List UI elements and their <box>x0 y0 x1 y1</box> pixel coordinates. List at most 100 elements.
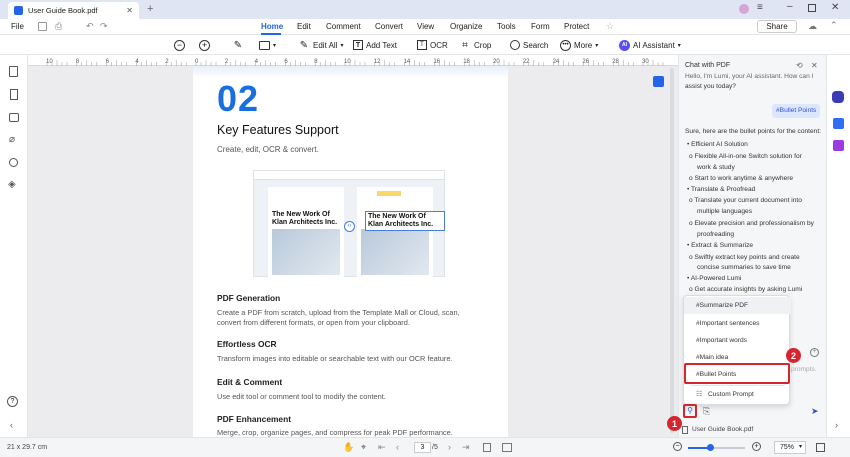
first-page-icon[interactable]: ⇤ <box>378 442 386 453</box>
edit-all-button[interactable]: ✎ Edit All ▾ <box>298 37 344 53</box>
title-bar: User Guide Book.pdf ✕ + ≡ – ✕ <box>0 0 850 19</box>
menu-icon[interactable]: ≡ <box>757 2 763 13</box>
page-heading: Key Features Support <box>217 123 339 137</box>
tab-comment[interactable]: Comment <box>326 22 361 31</box>
ocr-button[interactable]: T OCR <box>417 37 448 53</box>
maximize-icon[interactable] <box>808 4 816 12</box>
chat-answer-line: • AI-Powered Lumi <box>687 275 742 282</box>
history-icon[interactable]: ⟲ <box>796 61 803 70</box>
next-page-icon[interactable]: › <box>448 442 451 452</box>
zoom-slider-thumb[interactable] <box>707 444 714 451</box>
shape-button[interactable]: ▾ <box>259 37 276 53</box>
new-tab-icon[interactable]: + <box>147 3 153 15</box>
toolbar: − + ✎ ▾ ✎ Edit All ▾ T Add Text T OCR ⌗ Crop … <box>0 35 850 55</box>
prompt-item[interactable]: #Important words <box>684 332 791 349</box>
fit-page-icon[interactable] <box>483 443 491 452</box>
ai-assistant-button[interactable]: AI AI Assistant ▾ <box>619 37 681 53</box>
attach-icon[interactable]: ⎘ <box>703 406 710 417</box>
section-title: PDF Enhancement <box>217 414 291 424</box>
page-header-band <box>193 66 508 78</box>
pdf-page: 02 Key Features Support Create, edit, OC… <box>193 66 508 437</box>
zoom-out-icon[interactable]: − <box>673 442 682 451</box>
crop-button[interactable]: ⌗ Crop <box>459 37 491 53</box>
bookmark-icon[interactable] <box>10 89 18 100</box>
chat-answer-line: o Translate your current document into <box>689 197 802 204</box>
tab-convert[interactable]: Convert <box>375 22 403 31</box>
page-thumbnail-icon[interactable] <box>9 66 18 77</box>
ai-translate-icon[interactable] <box>653 76 664 87</box>
section-text: Create a PDF from scratch, upload from t… <box>217 308 460 317</box>
menu-file[interactable]: File <box>11 22 24 31</box>
more-button[interactable]: ••• More ▾ <box>560 37 598 53</box>
add-text-icon: T <box>353 40 363 50</box>
fit-width-icon[interactable] <box>502 443 512 452</box>
chat-answer-line: Sure, here are the bullet points for the… <box>685 128 821 135</box>
zoom-out-icon: − <box>174 39 185 51</box>
save-icon[interactable] <box>38 22 47 31</box>
add-text-button[interactable]: T Add Text <box>353 37 397 53</box>
prev-page-icon[interactable]: ‹ <box>396 442 399 452</box>
share-button[interactable]: Share <box>757 20 797 33</box>
chat-header-title: Chat with PDF <box>685 62 731 69</box>
print-icon[interactable]: ⎙ <box>55 21 62 32</box>
collapse-icon[interactable]: ‹ <box>10 420 13 430</box>
scrollbar[interactable] <box>670 68 674 433</box>
expand-input-icon[interactable]: + <box>810 348 819 357</box>
prompt-item[interactable]: #Summarize PDF <box>684 297 791 314</box>
redo-icon[interactable]: ↷ <box>100 21 108 32</box>
zoom-select[interactable]: 75% ▾ <box>774 441 806 454</box>
search-icon[interactable] <box>9 158 18 167</box>
document-tab-title: User Guide Book.pdf <box>28 6 98 15</box>
pin-icon[interactable]: ☆ <box>606 21 614 32</box>
last-page-icon[interactable]: ⇥ <box>462 442 470 453</box>
expand-right-icon[interactable]: › <box>835 420 838 430</box>
avatar[interactable] <box>739 4 749 14</box>
translate-icon[interactable] <box>833 118 844 129</box>
prompt-item[interactable]: #Important sentences <box>684 315 791 332</box>
tab-protect[interactable]: Protect <box>564 22 589 31</box>
zoom-out-button[interactable]: − <box>174 37 185 53</box>
close-window-icon[interactable]: ✕ <box>831 2 839 13</box>
ocr-label: OCR <box>430 40 448 50</box>
comment-icon[interactable] <box>9 113 19 122</box>
chevron-down-icon: ▾ <box>798 444 802 450</box>
ocr-icon: T <box>417 40 427 50</box>
chat-answer-line: o Flexible All-in-one Switch solution fo… <box>689 153 802 160</box>
check-icon[interactable] <box>833 140 844 151</box>
close-tab-icon[interactable]: ✕ <box>126 6 133 15</box>
collapse-ribbon-icon[interactable]: ⌃ <box>830 20 838 31</box>
cloud-icon[interactable]: ☁ <box>808 21 817 32</box>
fullscreen-icon[interactable] <box>816 443 825 452</box>
send-icon[interactable]: ➤ <box>811 406 819 417</box>
minimize-icon[interactable]: – <box>787 1 793 12</box>
tab-tools[interactable]: Tools <box>497 22 516 31</box>
zoom-slider[interactable] <box>688 444 745 451</box>
ai-robot-icon[interactable] <box>832 91 844 103</box>
document-tab[interactable]: User Guide Book.pdf ✕ <box>8 2 139 19</box>
hand-tool-icon[interactable]: ✋ <box>343 442 354 453</box>
page-number-input[interactable]: 3 <box>414 442 431 453</box>
help-icon[interactable]: ? <box>7 396 18 407</box>
chat-answer-line: multiple languages <box>697 208 752 215</box>
zoom-in-icon: + <box>199 39 210 51</box>
ruler-label: 4 <box>255 59 259 65</box>
chat-answer-line: o Get accurate insights by asking Lumi <box>689 286 803 293</box>
tab-edit[interactable]: Edit <box>297 22 311 31</box>
layers-icon[interactable]: ◈ <box>8 179 16 190</box>
close-chat-icon[interactable]: ✕ <box>811 61 818 70</box>
tab-home[interactable]: Home <box>261 22 283 31</box>
tab-form[interactable]: Form <box>531 22 550 31</box>
ruler-label: 2 <box>225 59 229 65</box>
tab-view[interactable]: View <box>417 22 434 31</box>
chat-answer-line: o Elevate precision and professionalism … <box>689 220 814 227</box>
zoom-in-icon[interactable]: + <box>752 442 761 451</box>
highlight-button[interactable]: ✎ <box>232 37 244 53</box>
tab-organize[interactable]: Organize <box>450 22 482 31</box>
zoom-in-button[interactable]: + <box>199 37 210 53</box>
search-button[interactable]: Search <box>510 37 548 53</box>
attachment-icon[interactable]: ⌀ <box>9 134 15 145</box>
ruler: 10 8 6 4 2 0 2 4 6 8 10 12 14 16 18 20 22 24 26 28 30 <box>28 55 678 66</box>
undo-icon[interactable]: ↶ <box>86 21 94 32</box>
select-tool-icon[interactable]: ⌖ <box>361 442 366 453</box>
prompt-button[interactable]: ⚲ <box>683 404 697 418</box>
